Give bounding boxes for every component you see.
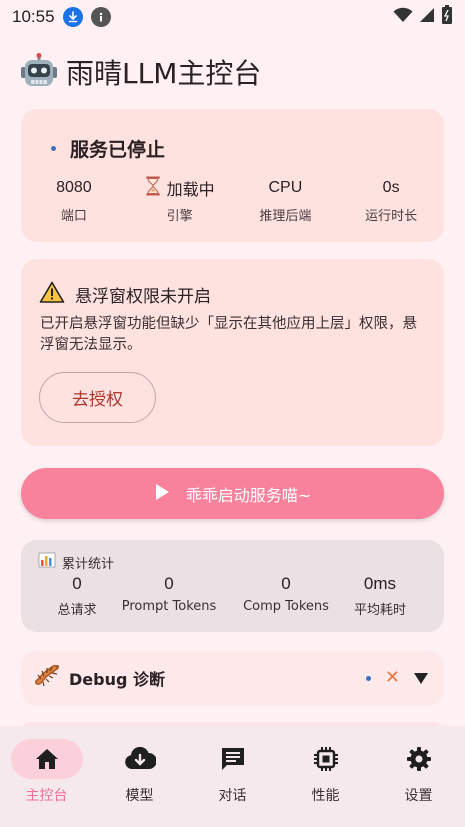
stats-header: 累计统计	[38, 552, 114, 572]
stat-total-requests-value: 0	[72, 574, 82, 593]
play-icon	[154, 483, 170, 505]
metric-uptime-value: 0s	[382, 179, 400, 196]
battery-icon	[441, 4, 453, 30]
nav-item-chat[interactable]: 对话	[186, 726, 279, 827]
warning-icon	[39, 281, 65, 308]
status-bar: 10:55	[0, 0, 465, 34]
download-notification-icon	[62, 7, 83, 27]
nav-label-chat: 对话	[218, 788, 247, 804]
signal-icon	[419, 7, 435, 28]
stat-avg-latency-value: 0ms	[363, 574, 397, 593]
service-status-header: 服务已停止	[51, 135, 165, 162]
start-service-label: 乖乖启动服务喵~	[185, 485, 312, 505]
metric-port-value: 8080	[56, 179, 92, 196]
metric-uptime: 0s 运行时长	[338, 177, 444, 224]
start-service-button[interactable]: 乖乖启动服务喵~	[21, 468, 444, 519]
expand-triangle-icon[interactable]	[414, 672, 428, 684]
stats-row: 0 总请求 0 Prompt Tokens 0 Comp Tokens 0ms …	[21, 574, 444, 624]
metric-engine-value: 加载中	[145, 176, 215, 200]
stat-total-requests: 0 总请求	[57, 574, 96, 618]
nav-label-dashboard: 主控台	[25, 788, 68, 804]
debug-title: Debug 诊断	[69, 670, 166, 689]
grant-permission-button[interactable]: 去授权	[39, 372, 156, 423]
stats-title: 累计统计	[62, 556, 115, 572]
nav-label-models: 模型	[125, 788, 154, 804]
stat-comp-tokens-value: 0	[281, 574, 291, 593]
stat-prompt-tokens: 0 Prompt Tokens	[122, 574, 217, 614]
metric-backend-value: CPU	[268, 179, 303, 196]
stat-prompt-tokens-value: 0	[164, 574, 174, 593]
app-title: 雨晴LLM主控台	[20, 50, 261, 94]
app-title-text: 雨晴LLM主控台	[66, 57, 262, 90]
permission-warning-title: 悬浮窗权限未开启	[75, 287, 211, 307]
debug-tools: ✕	[365, 668, 428, 688]
nav-item-settings[interactable]: 设置	[372, 726, 465, 827]
metric-port-label: 端口	[60, 209, 87, 224]
stat-comp-tokens-label: Comp Tokens	[243, 599, 329, 614]
bar-chart-icon	[38, 552, 56, 572]
robot-icon	[20, 53, 58, 91]
chat-icon	[197, 739, 269, 779]
nav-label-settings: 设置	[404, 788, 433, 804]
stat-comp-tokens: 0 Comp Tokens	[243, 574, 329, 614]
nav-item-models[interactable]: 模型	[93, 726, 186, 827]
stat-total-requests-label: 总请求	[57, 603, 97, 618]
status-dot-icon	[51, 146, 56, 151]
service-metrics: 8080 端口 加载中 引擎 CPU 推理后端 0s 运行时长	[21, 176, 444, 224]
stat-prompt-tokens-label: Prompt Tokens	[121, 599, 217, 614]
service-status-card: 服务已停止 8080 端口 加载中 引擎 CPU 推理后端 0s 运行时长	[21, 109, 444, 242]
debug-status-dot-icon	[365, 675, 371, 681]
bottom-navigation: 主控台 模型 对话 性能 设置	[0, 726, 465, 827]
bug-icon	[35, 664, 59, 691]
hourglass-icon	[145, 176, 161, 200]
metric-engine: 加载中 引擎	[127, 176, 233, 224]
permission-warning-header: 悬浮窗权限未开启	[39, 281, 211, 308]
metric-engine-label: 引擎	[166, 209, 193, 224]
permission-warning-card: 悬浮窗权限未开启 已开启悬浮窗功能但缺少「显示在其他应用上层」权限，悬浮窗无法显…	[21, 259, 444, 446]
close-icon[interactable]: ✕	[385, 668, 400, 688]
metric-backend-label: 推理后端	[259, 209, 312, 224]
debug-header: Debug 诊断	[35, 664, 166, 691]
permission-warning-description: 已开启悬浮窗功能但缺少「显示在其他应用上层」权限，悬浮窗无法显示。	[40, 316, 417, 353]
chip-icon	[290, 739, 362, 779]
stat-avg-latency: 0ms 平均耗时	[354, 574, 406, 618]
debug-card[interactable]: Debug 诊断 ✕	[21, 651, 444, 706]
metric-port: 8080 端口	[21, 177, 127, 224]
service-status-text: 服务已停止	[70, 139, 166, 161]
info-notification-icon	[90, 7, 111, 27]
status-time: 10:55	[12, 7, 55, 26]
nav-item-dashboard[interactable]: 主控台	[0, 726, 93, 827]
stat-avg-latency-label: 平均耗时	[353, 603, 407, 618]
gear-icon	[383, 739, 455, 779]
nav-item-performance[interactable]: 性能	[279, 726, 372, 827]
wifi-icon	[393, 7, 413, 28]
metric-uptime-label: 运行时长	[365, 209, 418, 224]
cloud-download-icon	[104, 739, 176, 779]
home-icon	[10, 739, 83, 779]
metric-backend: CPU 推理后端	[233, 177, 339, 224]
cumulative-stats-card: 累计统计 0 总请求 0 Prompt Tokens 0 Comp Tokens…	[21, 540, 444, 632]
nav-label-performance: 性能	[311, 788, 340, 804]
